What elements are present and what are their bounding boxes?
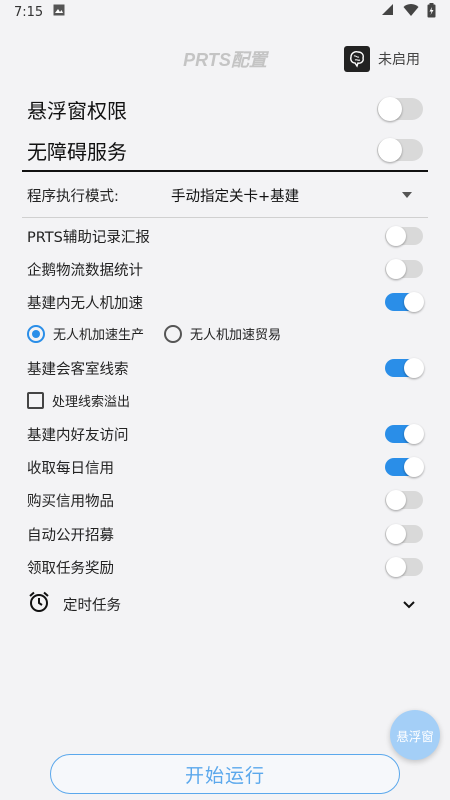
accessibility-service-label: 无障碍服务 <box>27 139 127 164</box>
setting-row-friend-visit: 基建内好友访问 <box>0 422 450 446</box>
accessibility-service-row: 无障碍服务 <box>0 136 450 164</box>
setting-row-daily-credit: 收取每日信用 <box>0 455 450 479</box>
setting-label: 自动公开招募 <box>27 527 114 544</box>
image-icon <box>53 4 65 20</box>
floating-window-permission-toggle[interactable] <box>377 96 425 122</box>
scheduled-task-group: 定时任务 <box>27 590 121 618</box>
clue-overflow-label[interactable]: 处理线索溢出 <box>52 391 130 410</box>
setting-row-penguin-stats: 企鹅物流数据统计 <box>0 257 450 281</box>
radio-drone-trade-label[interactable]: 无人机加速贸易 <box>190 324 281 343</box>
setting-row-prts-report: PRTS辅助记录汇报 <box>0 224 450 248</box>
chevron-down-icon[interactable] <box>402 595 416 614</box>
execution-mode-row[interactable]: 程序执行模式: 手动指定关卡+基建 <box>0 182 450 208</box>
setting-label: 基建内无人机加速 <box>27 295 143 312</box>
drone-accel-toggle[interactable] <box>385 291 425 313</box>
dropdown-arrow-icon[interactable] <box>402 192 412 198</box>
app-header: PRTS配置 未启用 <box>0 24 450 94</box>
daily-credit-toggle[interactable] <box>385 456 425 478</box>
scheduled-task-row[interactable]: 定时任务 <box>0 590 450 618</box>
setting-label: 收取每日信用 <box>27 460 114 477</box>
setting-label: 领取任务奖励 <box>27 560 114 577</box>
setting-label: 基建会客室线索 <box>27 361 129 378</box>
divider <box>22 170 428 172</box>
battery-icon <box>427 2 436 22</box>
setting-label: 企鹅物流数据统计 <box>27 262 143 279</box>
user-area[interactable]: 未启用 <box>344 46 420 72</box>
signal-icon <box>381 3 395 21</box>
setting-row-buy-credit-items: 购买信用物品 <box>0 488 450 512</box>
status-time: 7:15 <box>14 4 44 20</box>
alarm-clock-icon <box>27 590 51 618</box>
floating-window-button[interactable]: 悬浮窗 <box>390 710 440 760</box>
radio-drone-trade[interactable] <box>164 324 183 343</box>
accessibility-service-toggle[interactable] <box>377 137 425 163</box>
start-button[interactable]: 开始运行 <box>50 754 400 794</box>
radio-drone-production-label[interactable]: 无人机加速生产 <box>53 324 144 343</box>
setting-label: PRTS辅助记录汇报 <box>27 229 150 246</box>
user-status: 未启用 <box>378 52 420 68</box>
setting-label: 购买信用物品 <box>27 493 114 510</box>
drone-options: 无人机加速生产 无人机加速贸易 <box>27 324 281 343</box>
setting-row-auto-recruit: 自动公开招募 <box>0 522 450 546</box>
setting-row-drone-accel: 基建内无人机加速 <box>0 290 450 314</box>
divider-thin <box>22 217 428 218</box>
task-rewards-toggle[interactable] <box>385 556 425 578</box>
setting-row-task-rewards: 领取任务奖励 <box>0 555 450 579</box>
setting-label: 基建内好友访问 <box>27 427 129 444</box>
status-bar: 7:15 <box>0 0 450 24</box>
execution-mode-label: 程序执行模式: <box>27 188 119 205</box>
avatar[interactable] <box>344 46 370 72</box>
clue-overflow-row[interactable]: 处理线索溢出 <box>27 391 130 410</box>
reception-clues-toggle[interactable] <box>385 357 425 379</box>
floating-window-permission-row: 悬浮窗权限 <box>0 95 450 123</box>
auto-recruit-toggle[interactable] <box>385 523 425 545</box>
floating-window-permission-label: 悬浮窗权限 <box>27 98 127 123</box>
setting-row-reception-clues: 基建会客室线索 <box>0 356 450 380</box>
prts-report-toggle[interactable] <box>385 225 425 247</box>
wifi-icon <box>403 3 419 21</box>
buy-credit-items-toggle[interactable] <box>385 489 425 511</box>
brain-icon <box>350 51 364 68</box>
execution-mode-select[interactable]: 手动指定关卡+基建 <box>171 185 299 206</box>
penguin-stats-toggle[interactable] <box>385 258 425 280</box>
friend-visit-toggle[interactable] <box>385 423 425 445</box>
clue-overflow-checkbox[interactable] <box>27 392 44 409</box>
scheduled-task-label: 定时任务 <box>63 597 121 614</box>
radio-drone-production[interactable] <box>27 324 45 343</box>
